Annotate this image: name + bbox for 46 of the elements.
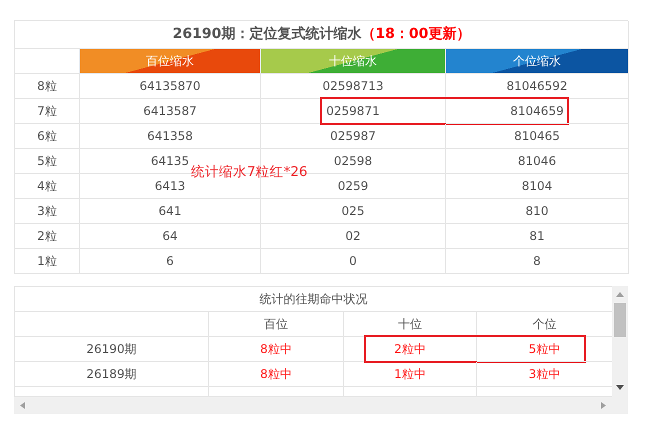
table-cell: 64135870 [80,74,261,99]
table-cell: 6413587 [80,99,261,124]
row-label: 5粒 [15,149,80,174]
table-cell: 8 [446,249,629,274]
update-time-note: （18：00更新） [361,24,470,44]
row-label: 1粒 [15,249,80,274]
row-label: 4粒 [15,174,80,199]
table-cell: 81 [446,224,629,249]
hit-cell: 8粒中 [209,362,344,387]
hit-cell: 2粒中 [344,337,477,362]
table-cell: 0 [261,249,446,274]
hit-cell: 1粒中 [344,362,477,387]
period-cell: 26189期 [15,362,209,387]
column-header: 百位缩水 [80,49,261,74]
table-cell: 8104659 [446,99,629,124]
table-title: 26190期：定位复式统计缩水 [172,24,362,44]
row-label: 8粒 [15,74,80,99]
table-cell: 641 [80,199,261,224]
scroll-thumb[interactable] [614,303,626,337]
table-cell: 8104 [446,174,629,199]
table-cell: 6 [80,249,261,274]
scroll-down-icon[interactable] [616,385,624,390]
row-label: 3粒 [15,199,80,224]
row-label: 7粒 [15,99,80,124]
row-label: 2粒 [15,224,80,249]
period-cell: 26190期 [15,337,209,362]
table-title: 统计的往期命中状况 [15,287,612,312]
table-cell: 810 [446,199,629,224]
table-cell: 02598713 [261,74,446,99]
scroll-right-icon[interactable] [601,402,606,409]
hit-cell: 8粒中 [209,337,344,362]
table-cell: 02 [261,224,446,249]
table-cell: 0259871 [261,99,446,124]
row-label: 6粒 [15,124,80,149]
table-cell: 025 [261,199,446,224]
column-header: 十位 [344,312,477,337]
table-cell: 64 [80,224,261,249]
table-cell: 810465 [446,124,629,149]
table-cell: 641358 [80,124,261,149]
column-header: 个位缩水 [446,49,629,74]
table-cell: 81046 [446,149,629,174]
scroll-up-icon[interactable] [616,292,624,297]
scroll-left-icon[interactable] [20,402,25,409]
table-cell: 81046592 [446,74,629,99]
table-cell: 025987 [261,124,446,149]
column-header: 百位 [209,312,344,337]
